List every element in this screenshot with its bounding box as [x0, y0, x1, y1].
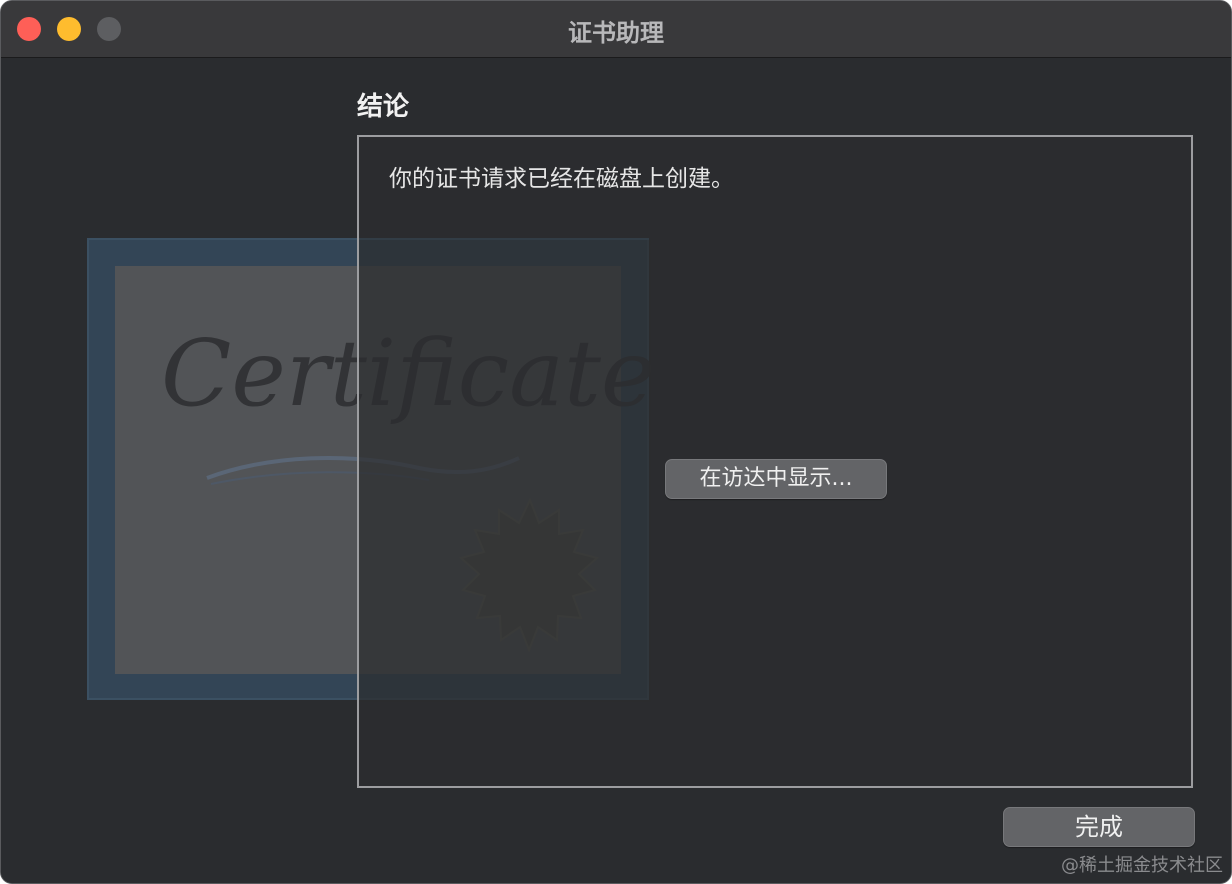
window-title: 证书助理	[568, 19, 664, 47]
done-button[interactable]: 完成	[1003, 807, 1195, 847]
show-in-finder-button[interactable]: 在访达中显示...	[665, 459, 887, 499]
conclusion-panel: 你的证书请求已经在磁盘上创建。 在访达中显示...	[357, 135, 1193, 788]
title-bar[interactable]: 证书助理	[1, 1, 1231, 58]
section-heading: 结论	[357, 92, 410, 122]
certificate-assistant-window: 证书助理 Certificate 结论 你的证书请求已经在磁盘上创建。 在访达中…	[0, 0, 1232, 884]
result-message: 你的证书请求已经在磁盘上创建。	[389, 166, 734, 192]
window-content: Certificate 结论 你的证书请求已经在磁盘上创建。 在访达中显示...…	[1, 58, 1231, 883]
watermark: @稀土掘金技术社区	[1061, 855, 1223, 876]
